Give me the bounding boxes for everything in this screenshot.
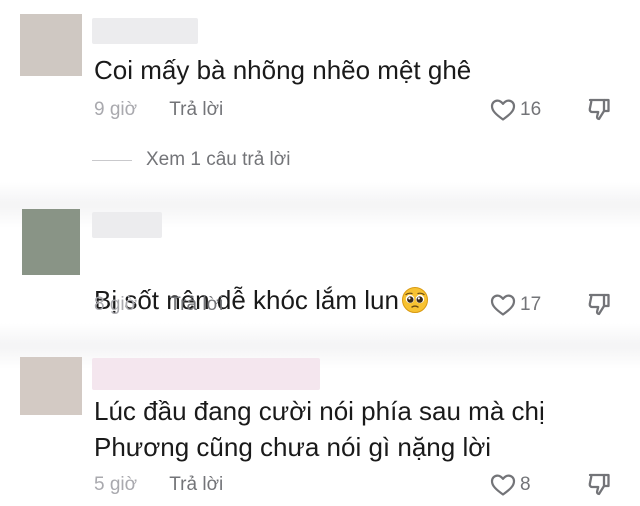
comment-time: 5 giờ [94,474,138,495]
username-redacted[interactable] [92,358,320,390]
thumbs-down-icon[interactable] [585,471,613,499]
comment-meta: 9 giờ Trả lời [94,98,223,122]
comment-text: Coi mấy bà nhõng nhẽo mệt ghê [94,55,472,85]
reply-button[interactable]: Trả lời [169,473,223,497]
like-button[interactable]: 16 [490,96,541,124]
avatar[interactable] [20,357,82,415]
pleading-face-emoji [401,287,428,313]
heart-outline-icon [490,99,516,121]
view-replies-line [92,159,132,161]
username-redacted[interactable] [92,212,162,238]
thumbs-down-icon[interactable] [585,291,613,319]
comment-meta: 8 giờ Trả lời [94,293,223,317]
like-count: 16 [520,99,542,120]
comment-meta: 5 giờ Trả lời [94,473,223,497]
thumbs-down-icon[interactable] [585,96,613,124]
like-count: 17 [520,294,542,315]
comment-time: 8 giờ [94,294,138,315]
view-replies-label: Xem 1 câu trả lời [146,149,291,170]
comment-text: Lúc đầu đang cười nói phía sau mà chị Ph… [94,396,545,462]
like-count: 8 [520,474,531,495]
heart-outline-icon [490,474,516,496]
like-button[interactable]: 8 [490,471,531,499]
reply-button[interactable]: Trả lời [169,293,223,317]
comment-time: 9 giờ [94,99,138,120]
avatar[interactable] [20,14,82,76]
heart-outline-icon [490,294,516,316]
reply-button[interactable]: Trả lời [169,98,223,122]
username-redacted[interactable] [92,18,198,44]
view-replies-button[interactable]: Xem 1 câu trả lời [92,146,290,174]
like-button[interactable]: 17 [490,291,541,319]
avatar[interactable] [22,209,80,275]
